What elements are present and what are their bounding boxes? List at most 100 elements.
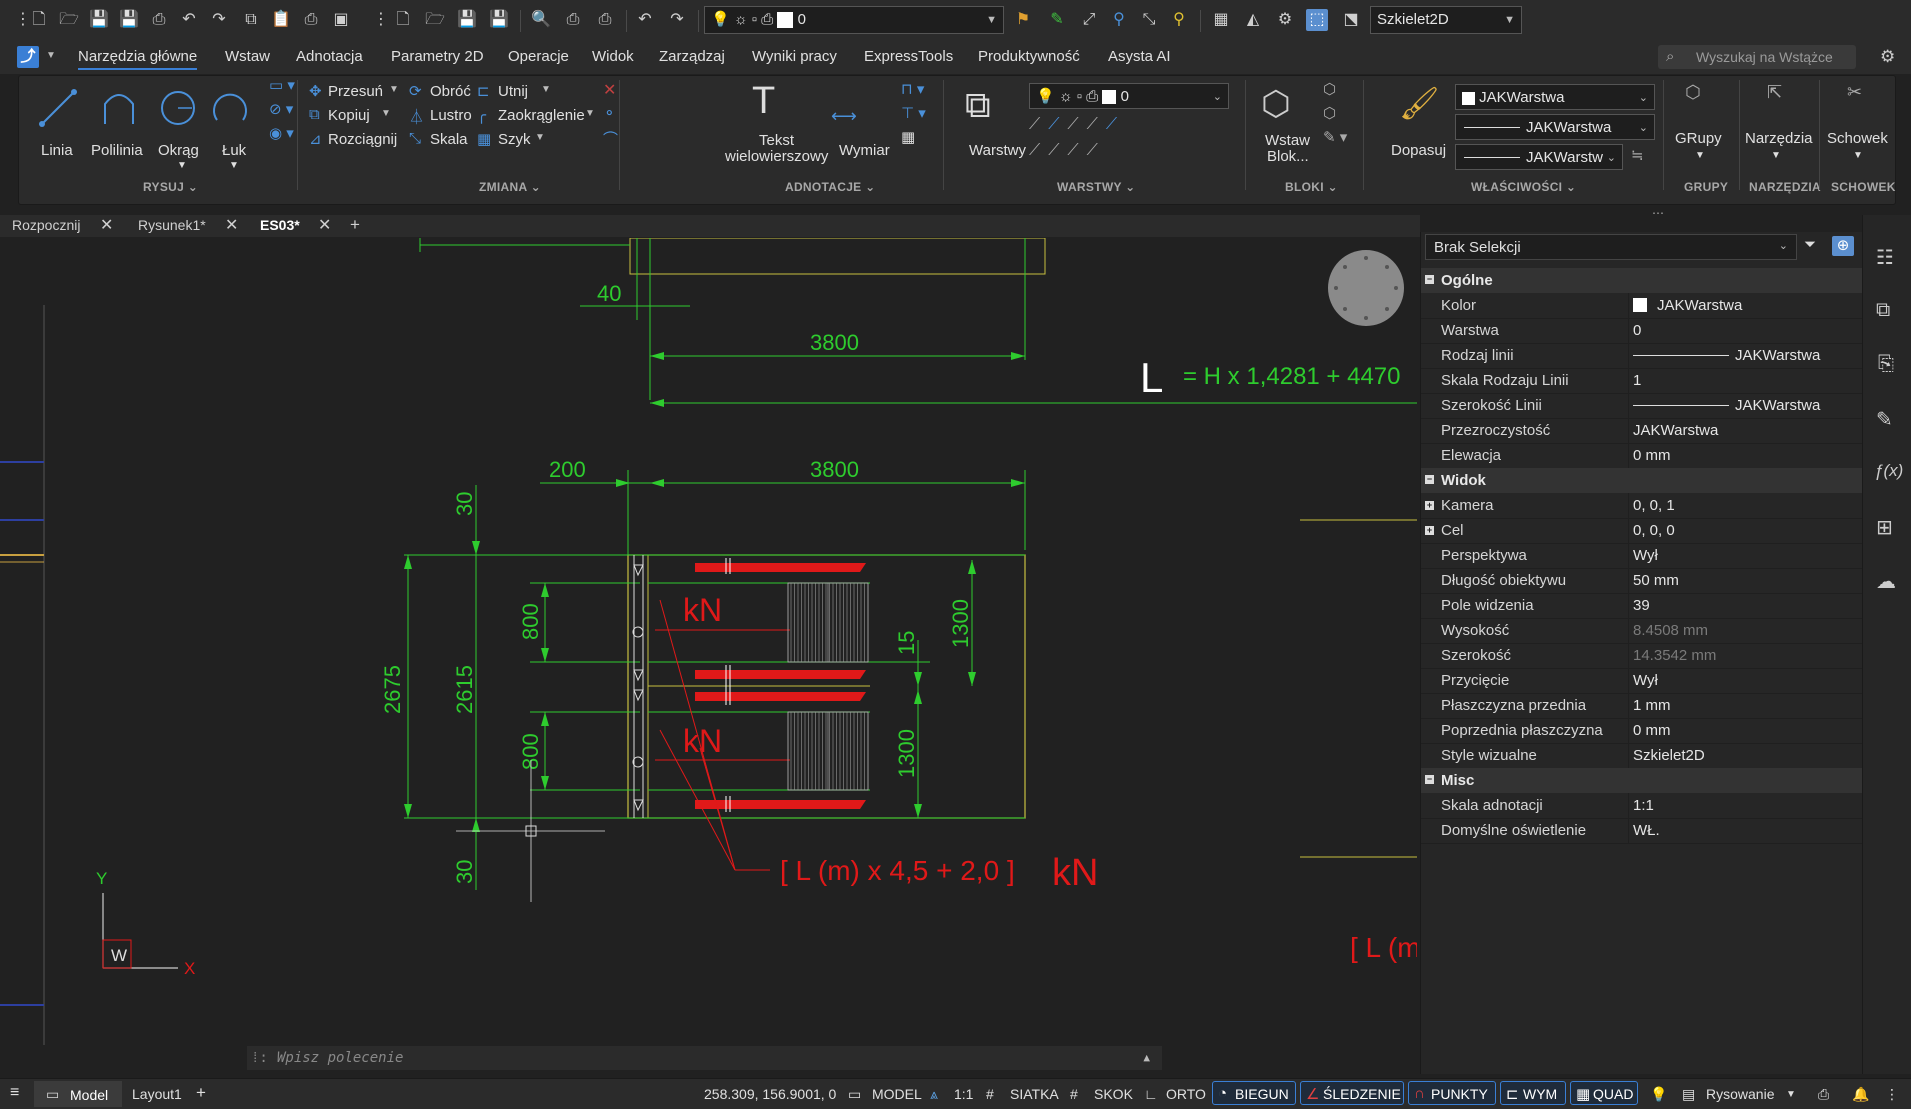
layer-walk-icon[interactable]: ⚲ bbox=[1168, 9, 1190, 31]
property-row[interactable]: + Cel 0, 0, 0 bbox=[1421, 518, 1863, 544]
wireframe-style-icon[interactable]: ⬚ bbox=[1306, 9, 1328, 31]
property-value[interactable]: 14.3542 mm bbox=[1633, 647, 1716, 664]
copy-icon[interactable]: ⧉ bbox=[240, 9, 262, 31]
plot-icon[interactable]: ⎙ bbox=[300, 9, 322, 31]
print-preview-icon[interactable]: 🔍 bbox=[530, 9, 552, 31]
schowek-chevron-icon[interactable]: ▼ bbox=[1853, 150, 1863, 161]
property-row[interactable]: Szerokość Linii JAKWarstwa bbox=[1421, 393, 1863, 419]
customize-icon[interactable]: ⋮ bbox=[1885, 1086, 1899, 1103]
utnij-button[interactable]: Utnij bbox=[498, 83, 528, 100]
layout-icon[interactable]: ▦ bbox=[1210, 9, 1232, 31]
navigation-wheel[interactable] bbox=[1328, 250, 1404, 326]
select-layer-icon[interactable]: ⤢ bbox=[1078, 9, 1100, 31]
property-value[interactable]: 0 mm bbox=[1633, 447, 1671, 464]
tekst-label[interactable]: Tekst bbox=[759, 132, 794, 149]
utnij-chevron-icon[interactable]: ▼ bbox=[541, 84, 551, 95]
lineweight-dropdown[interactable]: JAKWarstw ⌄ bbox=[1455, 144, 1623, 170]
tekst-wielowierszowy-button[interactable]: wielowierszowy bbox=[725, 148, 828, 165]
property-value[interactable]: WŁ. bbox=[1633, 822, 1660, 839]
property-category[interactable]: − Misc bbox=[1421, 768, 1863, 793]
layers-tab-icon[interactable]: ⧉ bbox=[1876, 299, 1890, 322]
property-row[interactable]: Rodzaj linii JAKWarstwa bbox=[1421, 343, 1863, 369]
erase-icon[interactable]: ✕ bbox=[603, 80, 616, 100]
property-value[interactable]: 50 mm bbox=[1633, 572, 1679, 589]
collapse-icon[interactable]: − bbox=[1425, 475, 1434, 484]
arc-tool-icon[interactable] bbox=[209, 86, 253, 130]
property-value[interactable]: 8.4508 mm bbox=[1633, 622, 1708, 639]
property-row[interactable]: Pole widzenia 39 bbox=[1421, 593, 1863, 619]
siatka-toggle[interactable]: SIATKA bbox=[1010, 1086, 1059, 1102]
save-2-icon[interactable]: 💾 bbox=[456, 9, 478, 31]
grupy-chevron-icon[interactable]: ▼ bbox=[1695, 150, 1705, 161]
orto-toggle[interactable]: ORTO bbox=[1166, 1086, 1206, 1102]
grupy-button[interactable]: GRupy bbox=[1675, 130, 1722, 147]
property-row[interactable]: Kolor JAKWarstwa bbox=[1421, 293, 1863, 319]
cloud-tab-icon[interactable]: ☁ bbox=[1876, 569, 1896, 594]
undo-icon[interactable]: ↶ bbox=[178, 9, 200, 31]
property-category[interactable]: − Widok bbox=[1421, 468, 1863, 493]
property-row[interactable]: Elewacja 0 mm bbox=[1421, 443, 1863, 469]
wymiar-button[interactable]: Wymiar bbox=[839, 142, 890, 159]
render-icon[interactable]: ◭ bbox=[1242, 9, 1264, 31]
layer-state-icon[interactable]: ✎ bbox=[1046, 9, 1068, 31]
chevron-down-icon[interactable]: ▼ bbox=[1786, 1089, 1796, 1100]
layer-tools-row1[interactable]: ⟋⟋⟋⟋⟋ bbox=[1029, 116, 1125, 134]
create-block-icon[interactable]: ⬡ bbox=[1323, 80, 1336, 98]
property-value[interactable]: 1 mm bbox=[1633, 697, 1671, 714]
tab-expresstools[interactable]: ExpressTools bbox=[864, 48, 953, 65]
tab-produktywnosc[interactable]: Produktywność bbox=[978, 48, 1080, 65]
edit-block-icon[interactable]: ⬡ bbox=[1323, 104, 1336, 122]
tab-wstaw[interactable]: Wstaw bbox=[225, 48, 270, 65]
section-bloki[interactable]: BLOKI ⌄ bbox=[1285, 180, 1338, 194]
add-layout-icon[interactable]: + bbox=[196, 1083, 206, 1103]
new-file-2-icon[interactable]: 🗋 bbox=[392, 9, 414, 31]
redo-icon[interactable]: ↷ bbox=[208, 9, 230, 31]
ribbon-search[interactable]: ⌕ Wyszukaj na Wstążce bbox=[1658, 45, 1856, 69]
paste-icon[interactable]: 📋 bbox=[270, 9, 292, 31]
luk-chevron-icon[interactable]: ▼ bbox=[229, 160, 239, 171]
tab-parametry-2d[interactable]: Parametry 2D bbox=[391, 48, 484, 65]
linia-button[interactable]: Linia bbox=[41, 142, 73, 159]
przesun-chevron-icon[interactable]: ▼ bbox=[389, 84, 399, 95]
sledzenie-toggle[interactable]: ∠ ŚLEDZENIE bbox=[1300, 1081, 1404, 1105]
warstwy-button[interactable]: Warstwy bbox=[969, 142, 1026, 159]
close-icon[interactable]: ✕ bbox=[318, 215, 331, 235]
app-menu-icon[interactable]: ⤴ bbox=[17, 46, 39, 68]
table-icon[interactable]: ▦ bbox=[901, 128, 915, 146]
property-value[interactable]: Wył bbox=[1633, 672, 1658, 689]
section-rysuj[interactable]: RYSUJ ⌄ bbox=[143, 180, 198, 194]
attach-tab-icon[interactable]: ⎘ bbox=[1878, 353, 1894, 376]
settings-gear-icon[interactable]: ⚙ bbox=[1274, 9, 1296, 31]
rozciagnij-button[interactable]: Rozciągnij bbox=[328, 131, 397, 148]
collapse-icon[interactable]: − bbox=[1425, 775, 1434, 784]
ribbon-grip-icon[interactable]: ⋯ bbox=[1652, 206, 1664, 220]
rectangle-icon[interactable]: ▭ ▾ bbox=[269, 76, 295, 94]
open-file-2-icon[interactable]: 🗁 bbox=[424, 9, 446, 31]
wym-toggle[interactable]: ⊏ WYM bbox=[1500, 1081, 1566, 1105]
drawing-canvas[interactable]: 40 3800 L = H x 1,4281 + 4470 200 3800 2… bbox=[0, 238, 1417, 1074]
property-row[interactable]: Style wizualne Szkielet2D bbox=[1421, 743, 1863, 769]
scissors-icon[interactable]: ✂ bbox=[1847, 82, 1862, 103]
punkty-toggle[interactable]: ∩ PUNKTY bbox=[1408, 1081, 1496, 1105]
polilinia-button[interactable]: Polilinia bbox=[91, 142, 143, 159]
command-line[interactable]: ⁞: Wpisz polecenie ▲ bbox=[247, 1046, 1162, 1070]
annotation-scale[interactable]: 1:1 bbox=[954, 1086, 973, 1102]
command-input[interactable]: Wpisz polecenie bbox=[277, 1046, 403, 1070]
workspace-selector[interactable]: Rysowanie bbox=[1706, 1086, 1774, 1102]
property-value[interactable]: JAKWarstwa bbox=[1657, 297, 1742, 314]
property-row[interactable]: Skala Rodzaju Linii 1 bbox=[1421, 368, 1863, 394]
property-row[interactable]: Wysokość 8.4508 mm bbox=[1421, 618, 1863, 644]
visual-style-dropdown[interactable]: Szkielet2D ▼ bbox=[1370, 6, 1522, 34]
property-value[interactable]: Wył bbox=[1633, 547, 1658, 564]
zaokraglenie-button[interactable]: Zaokrąglenie bbox=[498, 107, 585, 124]
property-row[interactable]: Skala adnotacji 1:1 bbox=[1421, 793, 1863, 819]
property-row[interactable]: Perspektywa Wył bbox=[1421, 543, 1863, 569]
leader-icon[interactable]: ⊤ ▾ bbox=[901, 104, 926, 122]
match-properties-icon[interactable]: 🖌 bbox=[1399, 84, 1440, 122]
section-adnotacje[interactable]: ADNOTACJE ⌄ bbox=[785, 180, 875, 194]
collapse-icon[interactable]: − bbox=[1425, 275, 1434, 284]
save-all-icon[interactable]: 💾 bbox=[488, 9, 510, 31]
property-value[interactable]: 0 mm bbox=[1633, 722, 1671, 739]
match-layer-icon[interactable]: ⚑ bbox=[1012, 9, 1034, 31]
tree-tab-icon[interactable]: ⊞ bbox=[1876, 515, 1893, 540]
